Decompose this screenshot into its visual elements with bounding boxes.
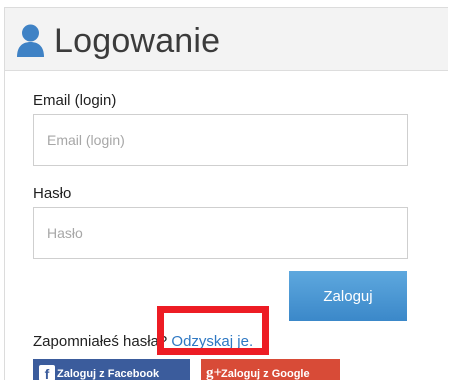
password-recovery-row: Zapomniałeś hasła? Odzyskaj je. (33, 333, 253, 351)
google-plus-icon: g+ (206, 365, 223, 380)
forgot-password-prompt: Zapomniałeś hasła? (33, 333, 168, 350)
email-input[interactable] (33, 114, 408, 166)
password-label: Hasło (33, 185, 72, 202)
user-icon (17, 24, 44, 57)
login-panel-header: Logowanie (5, 8, 448, 71)
login-panel: Logowanie Email (login) Hasło Zaloguj Za… (4, 7, 448, 380)
email-label: Email (login) (33, 92, 117, 109)
password-input[interactable] (33, 207, 408, 259)
page-title: Logowanie (54, 22, 221, 60)
recover-password-link[interactable]: Odzyskaj je. (171, 333, 253, 350)
facebook-icon: f (39, 365, 55, 380)
login-page: Logowanie Email (login) Hasło Zaloguj Za… (0, 0, 452, 380)
facebook-login-button[interactable]: f Zaloguj z Facebook (33, 359, 190, 380)
google-login-button[interactable]: g+ Zaloguj z Google (201, 359, 340, 380)
facebook-login-label: Zaloguj z Facebook (57, 368, 160, 380)
google-login-label: Zaloguj z Google (221, 368, 310, 380)
login-button[interactable]: Zaloguj (289, 271, 407, 321)
